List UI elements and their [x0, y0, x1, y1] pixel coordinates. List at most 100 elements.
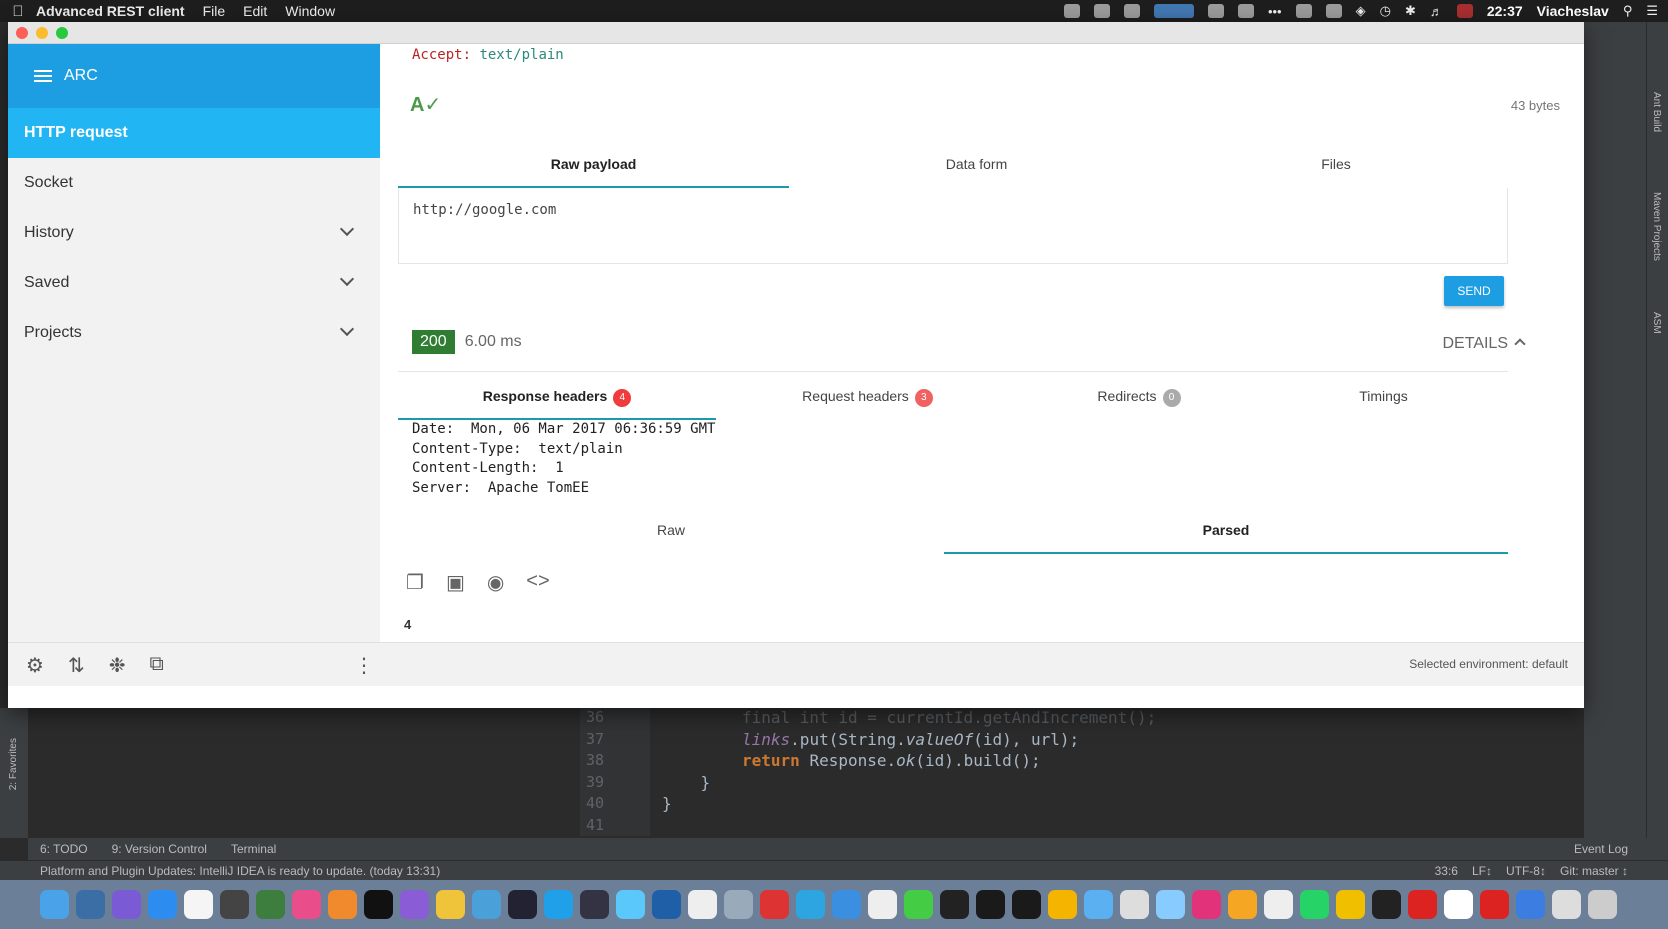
tray-app-icon[interactable]	[1207, 4, 1224, 18]
tray-app-icon[interactable]	[1237, 4, 1254, 18]
bluetooth-icon[interactable]: ✱	[1405, 3, 1416, 19]
tab-raw-payload[interactable]: Raw payload	[398, 142, 789, 188]
dock-app-icon[interactable]	[220, 890, 249, 919]
sidebar-item-history[interactable]: History	[8, 208, 380, 258]
clion-icon[interactable]	[1012, 890, 1041, 919]
dock-app-icon[interactable]	[760, 890, 789, 919]
finder-icon[interactable]	[40, 890, 69, 919]
close-window-button[interactable]	[16, 26, 28, 39]
menu-icon[interactable]	[34, 67, 52, 85]
dock-app-icon[interactable]	[256, 890, 285, 919]
pycharm-icon[interactable]	[976, 890, 1005, 919]
sidebar-item-http-request[interactable]: HTTP request	[8, 108, 380, 158]
tab-data-form[interactable]: Data form	[789, 142, 1164, 188]
dock-app-icon[interactable]	[1336, 890, 1365, 919]
save-icon[interactable]: ▣	[446, 570, 465, 595]
dock-app-icon[interactable]	[1372, 890, 1401, 919]
chrome-icon[interactable]	[1048, 890, 1077, 919]
minimize-window-button[interactable]	[36, 26, 48, 39]
caret-position[interactable]: 33:6	[1435, 864, 1458, 878]
dock-app-icon[interactable]	[472, 890, 501, 919]
itunes-icon[interactable]	[292, 890, 321, 919]
telegram-icon[interactable]	[796, 890, 825, 919]
dock-app-icon[interactable]	[1444, 890, 1473, 919]
payload-editor[interactable]: http://google.com	[398, 188, 1508, 264]
dock-app-icon[interactable]	[76, 890, 105, 919]
tray-app-icon[interactable]	[1093, 4, 1110, 18]
open-external-icon[interactable]: ⧉	[149, 653, 163, 678]
messages-icon[interactable]	[616, 890, 645, 919]
bug-icon[interactable]: ❉	[109, 653, 126, 678]
chevron-down-icon[interactable]	[339, 221, 355, 237]
app-store-icon[interactable]	[148, 890, 177, 919]
more-icon[interactable]: •••	[1268, 4, 1282, 19]
code-icon[interactable]: <>	[526, 570, 549, 595]
trash-icon[interactable]	[1588, 890, 1617, 919]
details-toggle[interactable]: DETAILS	[1443, 335, 1526, 353]
dock-app-icon[interactable]	[328, 890, 357, 919]
dock-app-icon[interactable]	[400, 890, 429, 919]
eye-icon[interactable]: ◉	[487, 570, 504, 595]
safari-icon[interactable]	[832, 890, 861, 919]
tab-response-headers[interactable]: Response headers 4	[398, 374, 716, 420]
event-log-tab[interactable]: Event Log	[1574, 842, 1628, 856]
sort-icon[interactable]: ⇅	[68, 653, 85, 678]
clock[interactable]: 22:37	[1487, 3, 1523, 19]
tab-timings[interactable]: Timings	[1259, 374, 1508, 420]
sidebar-item-socket[interactable]: Socket	[8, 158, 380, 208]
code-editor[interactable]: final int id = currentId.getAndIncrement…	[652, 708, 1572, 836]
wifi-icon[interactable]: ◈	[1356, 3, 1366, 19]
dock-app-icon[interactable]	[1552, 890, 1581, 919]
chevron-down-icon[interactable]	[339, 321, 355, 337]
dock-app-icon[interactable]	[688, 890, 717, 919]
zoom-window-button[interactable]	[56, 26, 68, 39]
tab-request-headers[interactable]: Request headers 3	[716, 374, 1019, 420]
dock-app-icon[interactable]	[868, 890, 897, 919]
volume-icon[interactable]: ♬	[1430, 4, 1443, 19]
window-menu[interactable]: Window	[285, 3, 335, 19]
maven-projects-tab[interactable]: Maven Projects	[1651, 192, 1662, 261]
tab-parsed[interactable]: Parsed	[944, 508, 1508, 554]
version-control-tab[interactable]: 9: Version Control	[112, 842, 207, 856]
dock-app-icon[interactable]	[1480, 890, 1509, 919]
status-message[interactable]: Platform and Plugin Updates: IntelliJ ID…	[40, 864, 440, 878]
send-button[interactable]: SEND	[1444, 276, 1504, 306]
tray-app-icon[interactable]	[1123, 4, 1140, 18]
chevron-down-icon[interactable]	[339, 271, 355, 287]
skype-icon[interactable]	[544, 890, 573, 919]
ant-build-tab[interactable]: Ant Build	[1651, 92, 1662, 132]
terminal-tab[interactable]: Terminal	[231, 842, 276, 856]
dock-app-icon[interactable]	[508, 890, 537, 919]
dock-app-icon[interactable]	[724, 890, 753, 919]
calendar-icon[interactable]	[184, 890, 213, 919]
sidebar-item-projects[interactable]: Projects	[8, 308, 380, 358]
dock-app-icon[interactable]	[1516, 890, 1545, 919]
edit-menu[interactable]: Edit	[243, 3, 267, 19]
time-machine-icon[interactable]: ◷	[1380, 3, 1391, 19]
more-vert-icon[interactable]: ⋮	[354, 653, 374, 678]
request-header-line[interactable]: Accept: text/plain	[412, 47, 564, 63]
dock-app-icon[interactable]	[1192, 890, 1221, 919]
whatsapp-icon[interactable]	[1300, 890, 1329, 919]
photos-icon[interactable]	[1228, 890, 1257, 919]
flag-icon[interactable]	[1456, 4, 1473, 18]
spellcheck-icon[interactable]: A✓	[410, 92, 441, 117]
dock-app-icon[interactable]	[436, 890, 465, 919]
dock-app-icon[interactable]	[904, 890, 933, 919]
gear-icon[interactable]: ⚙	[26, 653, 44, 678]
todo-tab[interactable]: 6: TODO	[40, 842, 88, 856]
asm-tab[interactable]: ASM	[1651, 312, 1662, 334]
intellij-icon[interactable]	[940, 890, 969, 919]
tray-app-icon[interactable]	[1153, 4, 1194, 18]
tab-raw[interactable]: Raw	[398, 508, 944, 554]
copy-icon[interactable]: ❐	[406, 570, 424, 595]
dock-app-icon[interactable]	[1120, 890, 1149, 919]
file-encoding[interactable]: UTF-8↕	[1506, 864, 1546, 878]
apple-menu-icon[interactable]: 	[0, 3, 36, 20]
favorites-tab[interactable]: 2: Favorites	[8, 738, 19, 790]
tab-redirects[interactable]: Redirects 0	[1019, 374, 1259, 420]
tray-app-icon[interactable]	[1325, 4, 1342, 18]
app-menu[interactable]: Advanced REST client	[36, 3, 185, 19]
record-icon[interactable]	[1063, 4, 1080, 18]
dock-app-icon[interactable]	[1264, 890, 1293, 919]
